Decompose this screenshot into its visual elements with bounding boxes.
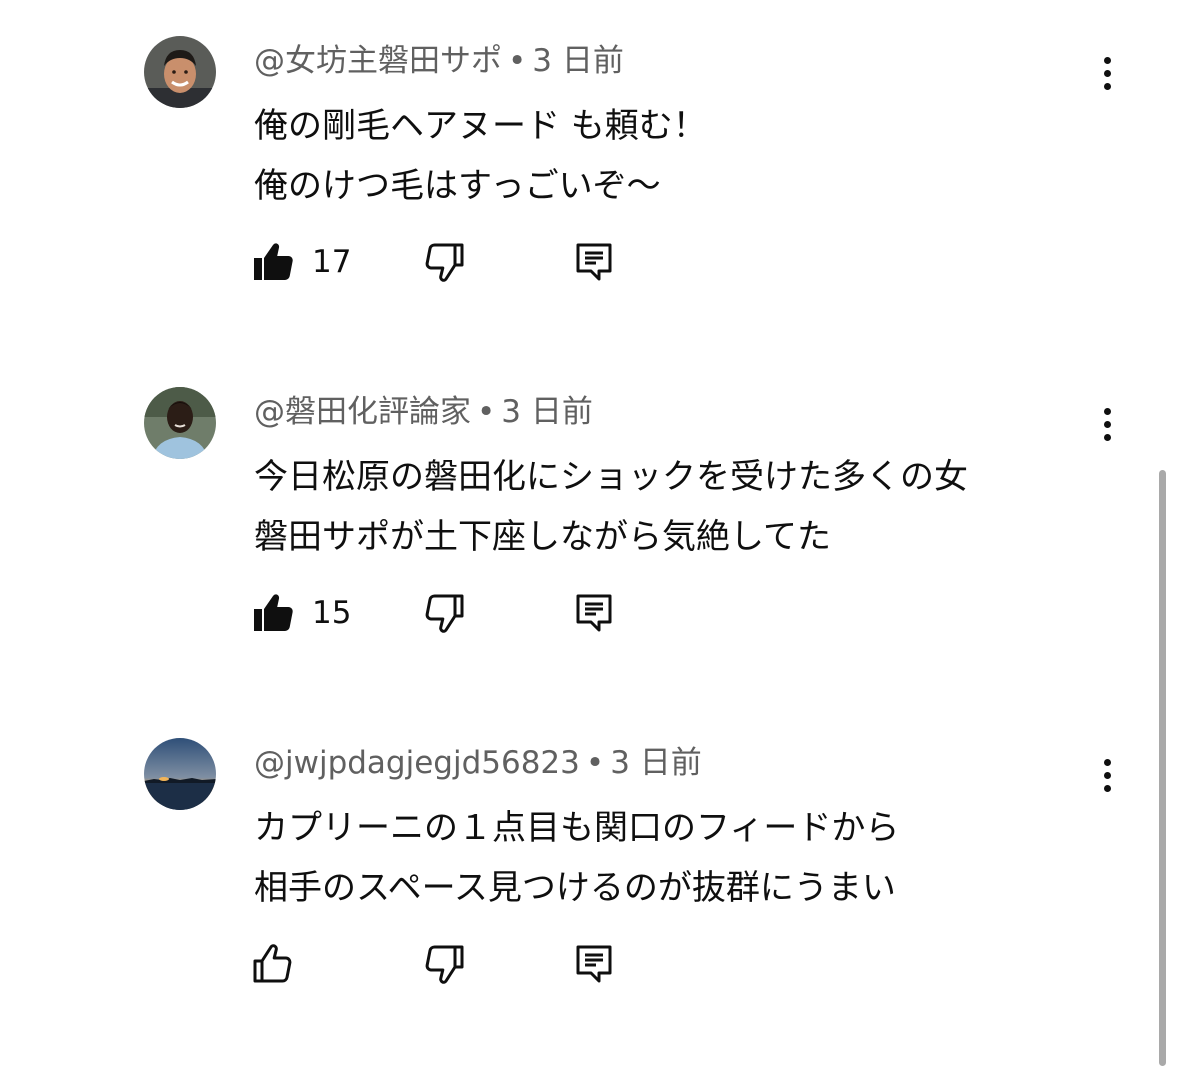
thumbs-up-icon — [254, 243, 293, 280]
dislike-button[interactable] — [420, 232, 468, 292]
comment-item: @女坊主磐田サポ • 3 日前 俺の剛毛ヘアヌード も頼む！ 俺のけつ毛はすっごいぞ… — [0, 0, 1179, 350]
comment-meta: @jwjpdagjegjd56823 • 3 日前 — [254, 742, 702, 784]
comment-item: @磐田化評論家 • 3 日前 今日松原の磐田化にショックを受けた多くの女 磐田サポが… — [0, 351, 1179, 701]
comment-meta: @磐田化評論家 • 3 日前 — [254, 391, 593, 433]
comment-line: 磐田サポが土下座しながら気絶してた — [254, 517, 831, 557]
avatar[interactable] — [144, 738, 216, 810]
comment-text: カプリーニの１点目も関口のフィードから 相手のスペース見つけるのが抜群にうまい — [254, 798, 899, 918]
comment-author[interactable]: @jwjpdagjegjd56823 — [254, 745, 580, 781]
comment-author[interactable]: @磐田化評論家 — [254, 394, 471, 430]
like-button[interactable] — [250, 934, 298, 994]
like-button[interactable] — [250, 232, 298, 292]
meta-separator: • — [585, 745, 605, 781]
reply-icon — [576, 243, 612, 281]
avatar[interactable] — [144, 387, 216, 459]
sunset-avatar-icon — [144, 738, 216, 810]
like-count: 15 — [312, 595, 352, 631]
more-vertical-icon[interactable] — [1086, 403, 1128, 445]
thumbs-down-icon — [425, 945, 464, 984]
comment-author[interactable]: @女坊主磐田サポ — [254, 43, 502, 79]
thumbs-down-icon — [425, 243, 464, 282]
reply-icon — [576, 594, 612, 632]
comment-time: 3 日前 — [501, 394, 593, 430]
comment-item: @jwjpdagjegjd56823 • 3 日前 カプリーニの１点目も関口のフィー… — [0, 702, 1179, 1052]
thumbs-up-icon — [254, 594, 293, 631]
comment-line: 相手のスペース見つけるのが抜群にうまい — [254, 868, 896, 908]
comment-line: 俺の剛毛ヘアヌード も頼む！ — [254, 106, 707, 146]
reply-button[interactable] — [570, 232, 618, 292]
dislike-button[interactable] — [420, 934, 468, 994]
meta-separator: • — [477, 394, 496, 430]
comment-time: 3 日前 — [532, 43, 624, 79]
reply-icon — [576, 945, 612, 983]
comment-actions: 17 — [250, 232, 670, 292]
like-button[interactable] — [250, 583, 298, 643]
reply-button[interactable] — [570, 934, 618, 994]
more-vertical-icon[interactable] — [1086, 52, 1128, 94]
comment-line: 俺のけつ毛はすっごいぞ〜 — [254, 166, 661, 206]
comment-text: 今日松原の磐田化にショックを受けた多くの女 磐田サポが土下座しながら気絶してた — [254, 447, 968, 567]
person-avatar-icon — [144, 36, 216, 108]
more-vertical-icon[interactable] — [1086, 754, 1128, 796]
thumbs-down-icon — [425, 594, 464, 633]
meta-separator: • — [508, 43, 527, 79]
like-count: 17 — [312, 244, 352, 280]
avatar[interactable] — [144, 36, 216, 108]
thumbs-up-icon — [253, 944, 292, 983]
dislike-button[interactable] — [420, 583, 468, 643]
comment-text: 俺の剛毛ヘアヌード も頼む！ 俺のけつ毛はすっごいぞ〜 — [254, 96, 707, 216]
person-avatar-icon — [144, 387, 216, 459]
comment-time: 3 日前 — [610, 745, 702, 781]
reply-button[interactable] — [570, 583, 618, 643]
comment-line: 今日松原の磐田化にショックを受けた多くの女 — [254, 457, 968, 497]
comment-line: カプリーニの１点目も関口のフィードから — [254, 808, 900, 848]
comment-meta: @女坊主磐田サポ • 3 日前 — [254, 40, 624, 82]
comment-actions: 15 — [250, 583, 670, 643]
scrollbar[interactable] — [1159, 470, 1166, 1066]
comment-actions — [250, 934, 670, 994]
